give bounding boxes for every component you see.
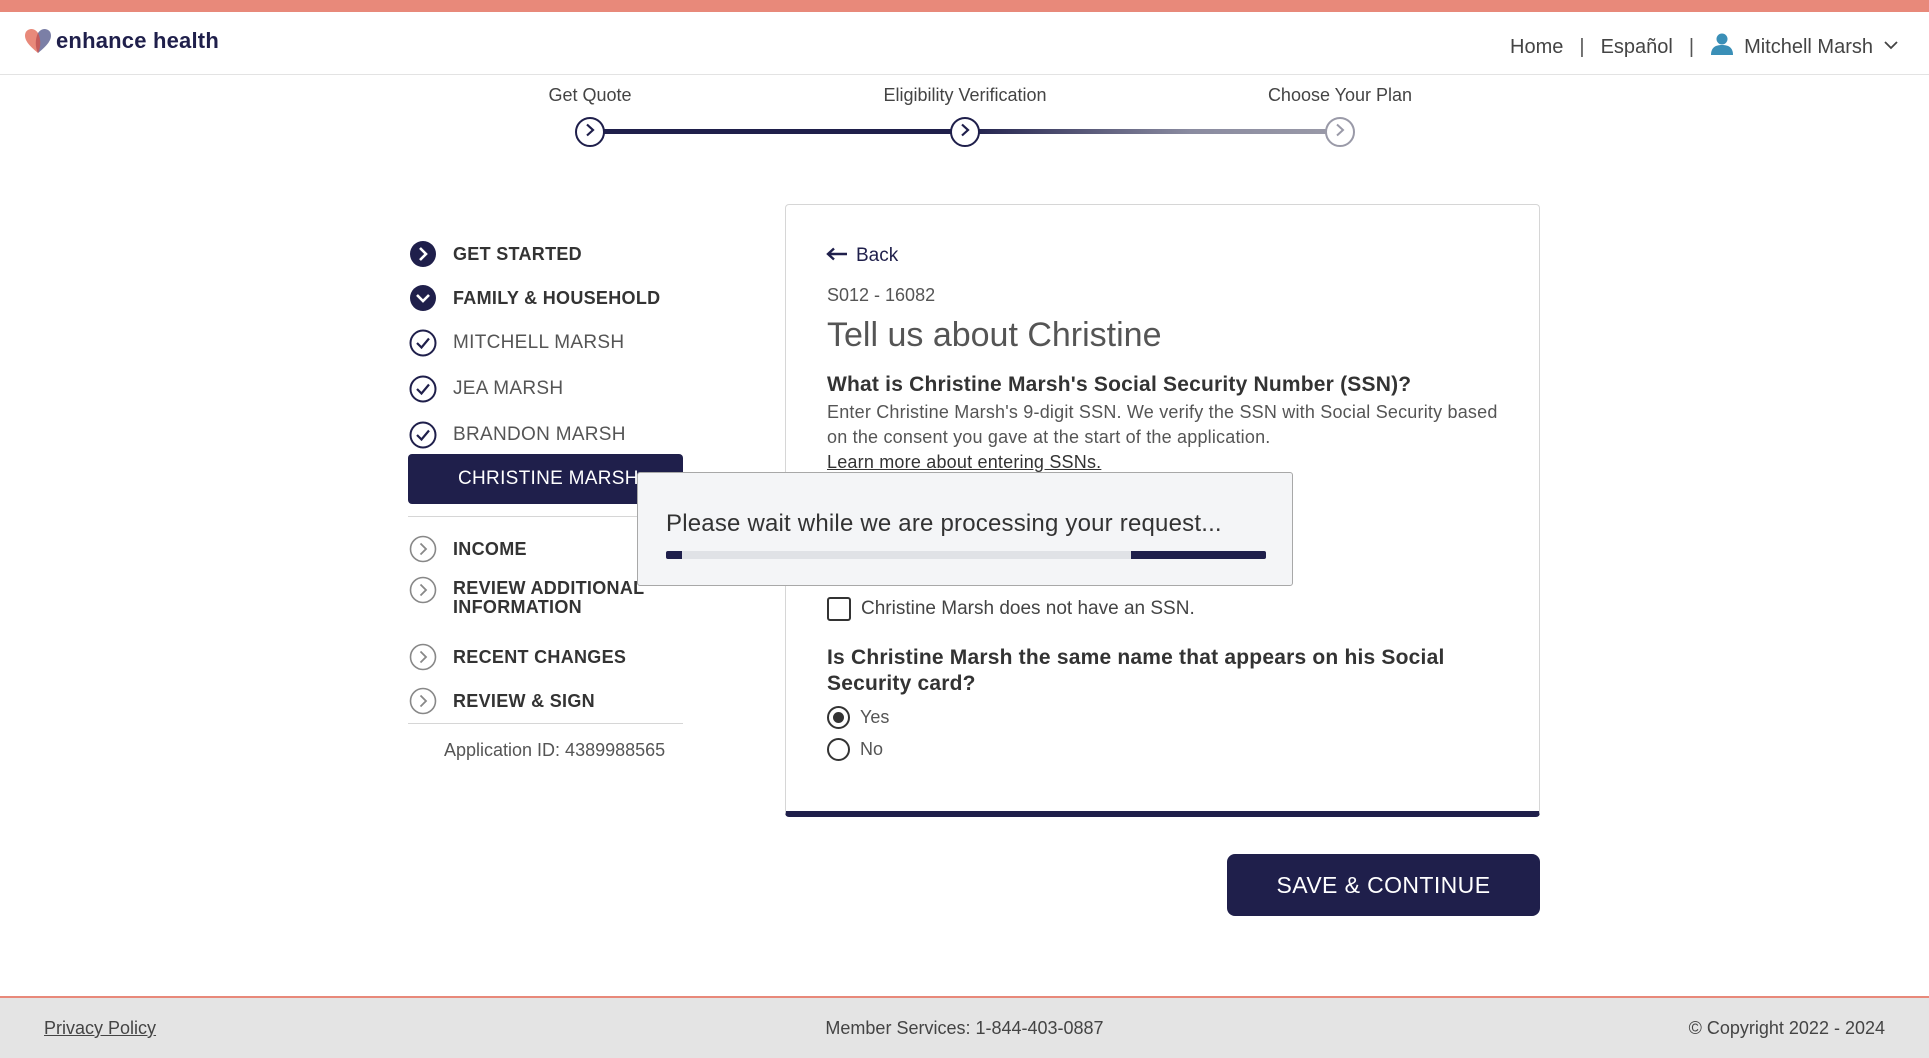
step-label-eligibility: Eligibility Verification [883, 85, 1047, 105]
nav-separator: | [1688, 35, 1695, 58]
step-marker-eligibility[interactable] [950, 117, 980, 147]
heart-logo-icon [24, 28, 52, 54]
chevron-down-icon [1883, 36, 1899, 59]
no-ssn-label: Christine Marsh does not have an SSN. [861, 598, 1195, 619]
radio-yes-label: Yes [860, 707, 890, 727]
sidebar-item-label: REVIEW & SIGN [453, 690, 595, 711]
chevron-right-outline-icon [408, 534, 438, 564]
sidebar-item-label: JEA MARSH [453, 378, 564, 399]
chevron-right-outline-icon [408, 575, 438, 605]
progress-segment [1131, 551, 1266, 559]
sidebar-item-recent-changes[interactable]: RECENT CHANGES [408, 635, 708, 679]
chevron-down-filled-icon [408, 283, 438, 313]
page-title: Tell us about Christine [827, 316, 1162, 354]
top-accent-bar [0, 0, 1929, 12]
nav-home-link[interactable]: Home [1510, 36, 1563, 59]
progress-stepper: Get Quote Eligibility Verification Choos… [0, 75, 1929, 165]
processing-progress-bar [666, 551, 1266, 559]
no-ssn-checkbox-row[interactable]: Christine Marsh does not have an SSN. [827, 597, 1195, 621]
sidebar-divider [408, 723, 683, 724]
user-icon [1710, 32, 1734, 62]
radio-yes[interactable] [827, 706, 850, 729]
processing-message: Please wait while we are processing your… [666, 510, 1222, 537]
chevron-right-icon [958, 123, 972, 142]
user-menu[interactable]: Mitchell Marsh [1710, 32, 1899, 62]
chevron-right-icon [583, 123, 597, 142]
processing-modal: Please wait while we are processing your… [637, 472, 1293, 586]
sidebar-item-get-started[interactable]: GET STARTED [408, 232, 708, 276]
name-match-question: Is Christine Marsh the same name that ap… [827, 646, 1445, 695]
sidebar-item-label: BRANDON MARSH [453, 424, 626, 445]
stepper-line-upcoming [965, 129, 1340, 134]
chevron-right-outline-icon [408, 686, 438, 716]
step-label-get-quote: Get Quote [548, 85, 632, 105]
radio-option-yes[interactable]: Yes [827, 706, 889, 729]
nav-language-link[interactable]: Español [1601, 36, 1673, 59]
sidebar-item-jea-marsh[interactable]: JEA MARSH [408, 366, 708, 412]
save-continue-button[interactable]: SAVE & CONTINUE [1227, 854, 1540, 916]
no-ssn-checkbox[interactable] [827, 597, 851, 621]
back-link[interactable]: Back [826, 245, 898, 267]
sidebar-item-label: RECENT CHANGES [453, 646, 627, 667]
radio-option-no[interactable]: No [827, 738, 883, 761]
brand-logo[interactable]: enhance health [24, 28, 219, 54]
copyright-text: © Copyright 2022 - 2024 [1688, 1018, 1885, 1038]
ssn-question: What is Christine Marsh's Social Securit… [827, 373, 1412, 396]
radio-no[interactable] [827, 738, 850, 761]
step-marker-get-quote[interactable] [575, 117, 605, 147]
radio-no-label: No [860, 739, 884, 759]
step-marker-choose-plan [1325, 117, 1355, 147]
sidebar-item-family-household[interactable]: FAMILY & HOUSEHOLD [408, 276, 708, 320]
learn-more-ssn-link[interactable]: Learn more about entering SSNs. [827, 452, 1101, 472]
site-header: enhance health Home | Español | Mitchell… [0, 12, 1929, 75]
ssn-help-text: Enter Christine Marsh's 9-digit SSN. We … [827, 400, 1507, 475]
header-nav: Home | Español | Mitchell Marsh [1510, 32, 1899, 62]
application-id: Application ID: 4389988565 [444, 740, 666, 760]
sidebar-item-label: CHRISTINE MARSH [458, 468, 639, 489]
chevron-right-icon [1333, 123, 1347, 142]
form-id: S012 - 16082 [827, 285, 936, 305]
arrow-left-icon [826, 245, 848, 267]
sidebar-item-label: GET STARTED [453, 243, 582, 264]
site-footer: Privacy Policy Member Services: 1-844-40… [0, 996, 1929, 1058]
nav-separator: | [1579, 35, 1585, 58]
sidebar-item-label: INCOME [453, 538, 527, 559]
check-circle-icon [408, 420, 438, 450]
check-circle-icon [408, 374, 438, 404]
member-services-text: Member Services: 1-844-403-0887 [825, 1018, 1104, 1038]
sidebar-item-brandon-marsh[interactable]: BRANDON MARSH [408, 412, 708, 458]
step-label-choose-plan: Choose Your Plan [1267, 85, 1413, 105]
ssn-help-description: Enter Christine Marsh's 9-digit SSN. We … [827, 402, 1498, 447]
sidebar-item-mitchell-marsh[interactable]: MITCHELL MARSH [408, 320, 708, 366]
chevron-right-outline-icon [408, 642, 438, 672]
progress-segment [666, 551, 682, 559]
check-circle-icon [408, 328, 438, 358]
back-label: Back [856, 245, 899, 266]
sidebar-item-review-sign[interactable]: REVIEW & SIGN [408, 679, 708, 723]
user-name: Mitchell Marsh [1744, 35, 1873, 58]
sidebar-item-label: FAMILY & HOUSEHOLD [453, 287, 661, 308]
chevron-right-filled-icon [408, 239, 438, 269]
stepper-line-complete [590, 129, 965, 134]
brand-name: enhance health [56, 28, 219, 53]
sidebar-item-label: MITCHELL MARSH [453, 332, 625, 353]
